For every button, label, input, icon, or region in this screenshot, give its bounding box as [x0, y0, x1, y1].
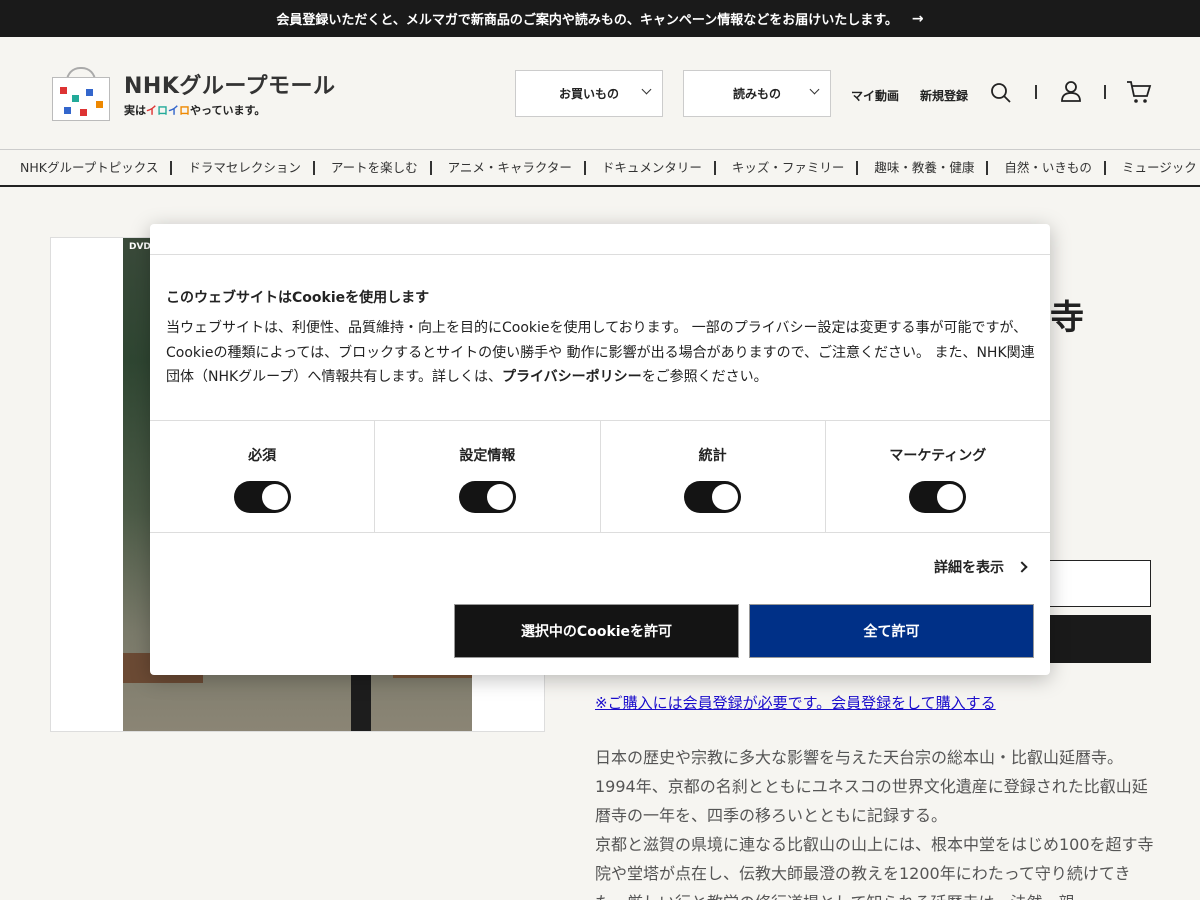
logo-title: NHKグループモール — [124, 74, 336, 99]
dvd-badge: DVD — [129, 242, 151, 252]
required-toggle[interactable] — [233, 481, 291, 513]
chevron-right-icon — [1016, 561, 1028, 573]
allow-selected-button[interactable]: 選択中のCookieを許可 — [454, 604, 739, 658]
description-paragraph: 日本の歴史や宗教に多大な影響を与えた天台宗の総本山・比叡山延暦寺。1994年、京… — [595, 748, 1148, 825]
cart-icon[interactable] — [1126, 80, 1152, 104]
cookie-dialog: このウェブサイトはCookieを使用します 当ウェブサイトは、利便性、品質維持・… — [150, 224, 1050, 675]
product-title: 寺 — [1050, 298, 1084, 338]
category-item[interactable]: アートを楽しむ — [331, 160, 432, 175]
preferences-toggle[interactable] — [458, 481, 516, 513]
site-logo[interactable]: NHKグループモール 実はイロイロやっています。 — [50, 65, 336, 121]
show-details-link[interactable]: 詳細を表示 — [934, 557, 1028, 577]
description-paragraph: 京都と滋賀の県境に連なる比叡山の山上には、根本中堂をはじめ100を超す寺院や堂塔… — [595, 835, 1154, 900]
reading-select-label: 読みもの — [732, 87, 781, 101]
cookie-category-marketing: マーケティング — [826, 421, 1050, 532]
chevron-down-icon — [809, 84, 820, 95]
shopping-select[interactable]: お買いもの — [515, 70, 663, 117]
reading-select[interactable]: 読みもの — [683, 70, 831, 117]
register-link[interactable]: 新規登録 — [920, 87, 968, 104]
cookie-category-statistics: 統計 — [601, 421, 826, 532]
category-item[interactable]: ドラマセレクション — [188, 160, 315, 175]
user-icon[interactable] — [1060, 80, 1082, 102]
category-item[interactable]: 自然・いきもの — [1004, 160, 1106, 175]
favorite-button[interactable] — [1048, 560, 1151, 607]
arrow-right-icon[interactable]: → — [912, 11, 924, 27]
shopping-select-label: お買いもの — [558, 87, 619, 101]
divider — [1104, 85, 1106, 99]
logo-tagline: 実はイロイロやっています。 — [124, 104, 266, 117]
member-register-link[interactable]: ※ご購入には会員登録が必要です。会員登録をして購入する — [595, 692, 996, 713]
category-item[interactable]: ドキュメンタリー — [602, 160, 716, 175]
category-item[interactable]: ミュージック — [1122, 160, 1200, 175]
privacy-policy-link[interactable]: プライバシーポリシー — [502, 369, 642, 385]
cookie-heading: このウェブサイトはCookieを使用します — [166, 290, 430, 306]
my-video-link[interactable]: マイ動画 — [851, 87, 899, 104]
cookie-category-preferences: 設定情報 — [375, 421, 601, 532]
search-icon[interactable] — [990, 82, 1012, 104]
dialog-topbar — [150, 224, 1050, 255]
cookie-body: 当ウェブサイトは、利便性、品質維持・向上を目的にCookieを使用しております。… — [166, 320, 1035, 385]
category-nav: NHKグループトピックス ドラマセレクション アートを楽しむ アニメ・キャラクタ… — [0, 149, 1200, 187]
cookie-category-required: 必須 — [150, 421, 376, 532]
cookie-categories: 必須 設定情報 統計 マーケティング — [150, 420, 1050, 533]
chevron-down-icon — [641, 84, 652, 95]
announcement-bar[interactable]: 会員登録いただくと、メルマガで新商品のご案内や読みもの、キャンペーン情報などをお… — [0, 0, 1200, 37]
site-header: NHKグループモール 実はイロイロやっています。 お買いもの 読みもの マイ動画… — [0, 37, 1200, 149]
statistics-toggle[interactable] — [684, 481, 742, 513]
category-item[interactable]: キッズ・ファミリー — [732, 160, 859, 175]
shopping-bag-logo-icon — [50, 65, 112, 121]
announcement-text: 会員登録いただくと、メルマガで新商品のご案内や読みもの、キャンペーン情報などをお… — [276, 13, 898, 28]
allow-all-button[interactable]: 全て許可 — [749, 604, 1034, 658]
product-description: 日本の歴史や宗教に多大な影響を与えた天台宗の総本山・比叡山延暦寺。1994年、京… — [595, 743, 1155, 900]
marketing-toggle[interactable] — [909, 481, 967, 513]
divider — [1035, 85, 1037, 99]
category-item[interactable]: アニメ・キャラクター — [448, 160, 586, 175]
category-item[interactable]: 趣味・教養・健康 — [874, 160, 989, 175]
add-to-cart-button[interactable] — [1048, 615, 1151, 663]
category-item[interactable]: NHKグループトピックス — [20, 160, 173, 175]
